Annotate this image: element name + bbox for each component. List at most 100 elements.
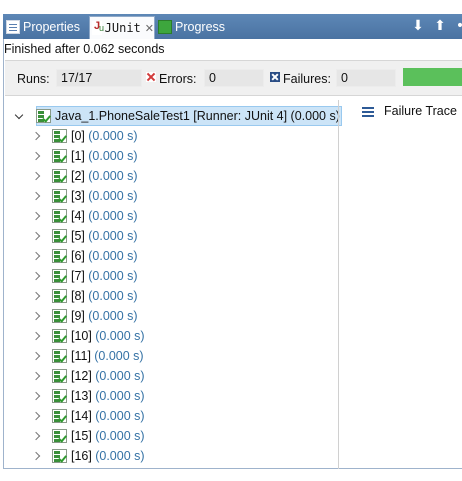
test-pass-icon — [52, 189, 67, 203]
next-failure-arrow-down-icon[interactable]: ⬇ — [411, 18, 425, 34]
tree-item-label: [5] — [71, 229, 85, 243]
tree-item-row[interactable]: [15] (0.000 s) — [33, 426, 145, 446]
tree-item-label: [13] — [71, 389, 92, 403]
test-pass-icon — [52, 429, 67, 443]
tab-properties[interactable]: Properties — [6, 14, 80, 39]
tree-item-time: (0.000 s) — [95, 369, 145, 383]
expand-chevron-icon[interactable] — [33, 292, 42, 301]
tree-item-time: (0.000 s) — [88, 309, 138, 323]
expand-chevron-icon[interactable] — [33, 132, 42, 141]
close-icon[interactable]: ✕ — [145, 22, 154, 35]
tree-item-time: (0.000 s) — [95, 329, 145, 343]
error-icon — [146, 72, 156, 82]
tree-item-row[interactable]: [14] (0.000 s) — [33, 406, 145, 426]
tree-item-label: [12] — [71, 369, 92, 383]
previous-failure-arrow-up-icon[interactable]: ⬆ — [433, 18, 447, 34]
tree-item-label: [10] — [71, 329, 92, 343]
tree-item-row[interactable]: [7] (0.000 s) — [33, 266, 138, 286]
tree-item-label: [0] — [71, 129, 85, 143]
tree-item-label: [4] — [71, 209, 85, 223]
tree-item-row[interactable]: [11] (0.000 s) — [33, 346, 144, 366]
expand-chevron-icon[interactable] — [33, 332, 42, 341]
tree-item-row[interactable]: [6] (0.000 s) — [33, 246, 138, 266]
expand-chevron-icon[interactable] — [33, 312, 42, 321]
test-pass-icon — [52, 369, 67, 383]
tree-item-row[interactable]: [10] (0.000 s) — [33, 326, 145, 346]
tree-item-row[interactable]: [3] (0.000 s) — [33, 186, 138, 206]
test-pass-icon — [52, 349, 67, 363]
tree-item-time: (0.000 s) — [95, 409, 145, 423]
test-pass-icon — [52, 389, 67, 403]
tree-item-time: (0.000 s) — [88, 289, 138, 303]
failures-label: Failures: — [283, 72, 331, 86]
tree-item-label: [3] — [71, 189, 85, 203]
expand-chevron-icon[interactable] — [33, 352, 42, 361]
tree-item-time: (0.000 s) — [88, 189, 138, 203]
tab-junit[interactable]: JUnit ✕ — [89, 16, 155, 39]
test-pass-icon — [52, 129, 67, 143]
errors-label: Errors: — [159, 72, 197, 86]
tree-item-time: (0.000 s) — [94, 349, 144, 363]
expand-chevron-icon[interactable] — [33, 212, 42, 221]
expand-chevron-icon[interactable] — [33, 412, 42, 421]
tree-item-label: [2] — [71, 169, 85, 183]
tree-item-label: [14] — [71, 409, 92, 423]
tree-item-time: (0.000 s) — [88, 269, 138, 283]
tree-root-label: Java_1.PhoneSaleTest1 [Runner: JUnit 4] … — [55, 109, 340, 123]
tree-item-time: (0.000 s) — [95, 389, 145, 403]
test-pass-icon — [52, 249, 67, 263]
tree-item-row[interactable]: [8] (0.000 s) — [33, 286, 138, 306]
tree-item-label: [6] — [71, 249, 85, 263]
test-pass-icon — [52, 449, 67, 463]
tree-item-time: (0.000 s) — [88, 249, 138, 263]
tree-item-row[interactable]: [2] (0.000 s) — [33, 166, 138, 186]
test-pass-icon — [52, 289, 67, 303]
expand-chevron-icon[interactable] — [33, 452, 42, 461]
tree-item-label: [8] — [71, 289, 85, 303]
expand-chevron-icon[interactable] — [33, 392, 42, 401]
tree-item-time: (0.000 s) — [95, 449, 145, 463]
expand-chevron-icon[interactable] — [33, 232, 42, 241]
failure-trace-label: Failure Trace — [384, 104, 457, 118]
expand-chevron-icon[interactable] — [33, 152, 42, 161]
tree-item-time: (0.000 s) — [95, 429, 145, 443]
clipped-top-strip — [0, 0, 462, 9]
tree-item-row[interactable]: [9] (0.000 s) — [33, 306, 138, 326]
properties-icon — [6, 19, 20, 34]
failure-icon — [270, 72, 280, 82]
tree-item-label: [11] — [71, 349, 91, 363]
tree-item-label: [16] — [71, 449, 92, 463]
expand-chevron-icon[interactable] — [33, 272, 42, 281]
collapse-chevron-icon[interactable] — [15, 112, 24, 121]
view-tab-bar: Properties JUnit ✕ Progress ⬇ ⬆ • — [3, 14, 462, 39]
tab-progress[interactable]: Progress — [158, 14, 225, 39]
tree-item-row[interactable]: [1] (0.000 s) — [33, 146, 138, 166]
tree-item-row[interactable]: [4] (0.000 s) — [33, 206, 138, 226]
failure-trace-icon — [362, 106, 374, 116]
tree-item-time: (0.000 s) — [88, 169, 138, 183]
run-status-text: Finished after 0.062 seconds — [4, 42, 165, 56]
tree-item-row[interactable]: [0] (0.000 s) — [33, 126, 138, 146]
tree-item-row[interactable]: [12] (0.000 s) — [33, 366, 145, 386]
tab-junit-label: JUnit — [104, 21, 141, 35]
failures-value: 0 — [336, 69, 396, 87]
expand-chevron-icon[interactable] — [33, 372, 42, 381]
test-pass-icon — [52, 149, 67, 163]
expand-chevron-icon[interactable] — [33, 172, 42, 181]
test-pass-icon — [52, 329, 67, 343]
tree-item-label: [9] — [71, 309, 85, 323]
tree-item-row[interactable]: [5] (0.000 s) — [33, 226, 138, 246]
test-progress-fill — [403, 68, 462, 86]
expand-chevron-icon[interactable] — [33, 192, 42, 201]
tree-item-label: [15] — [71, 429, 92, 443]
errors-value: 0 — [204, 69, 264, 87]
tree-item-row[interactable]: [13] (0.000 s) — [33, 386, 145, 406]
progress-icon — [158, 19, 172, 34]
test-suite-pass-icon — [36, 109, 51, 123]
more-icon[interactable]: • — [453, 18, 462, 34]
pane-divider[interactable] — [338, 100, 339, 469]
expand-chevron-icon[interactable] — [33, 432, 42, 441]
tree-item-row[interactable]: [16] (0.000 s) — [33, 446, 145, 466]
tree-root-row[interactable]: Java_1.PhoneSaleTest1 [Runner: JUnit 4] … — [9, 106, 342, 126]
expand-chevron-icon[interactable] — [33, 252, 42, 261]
